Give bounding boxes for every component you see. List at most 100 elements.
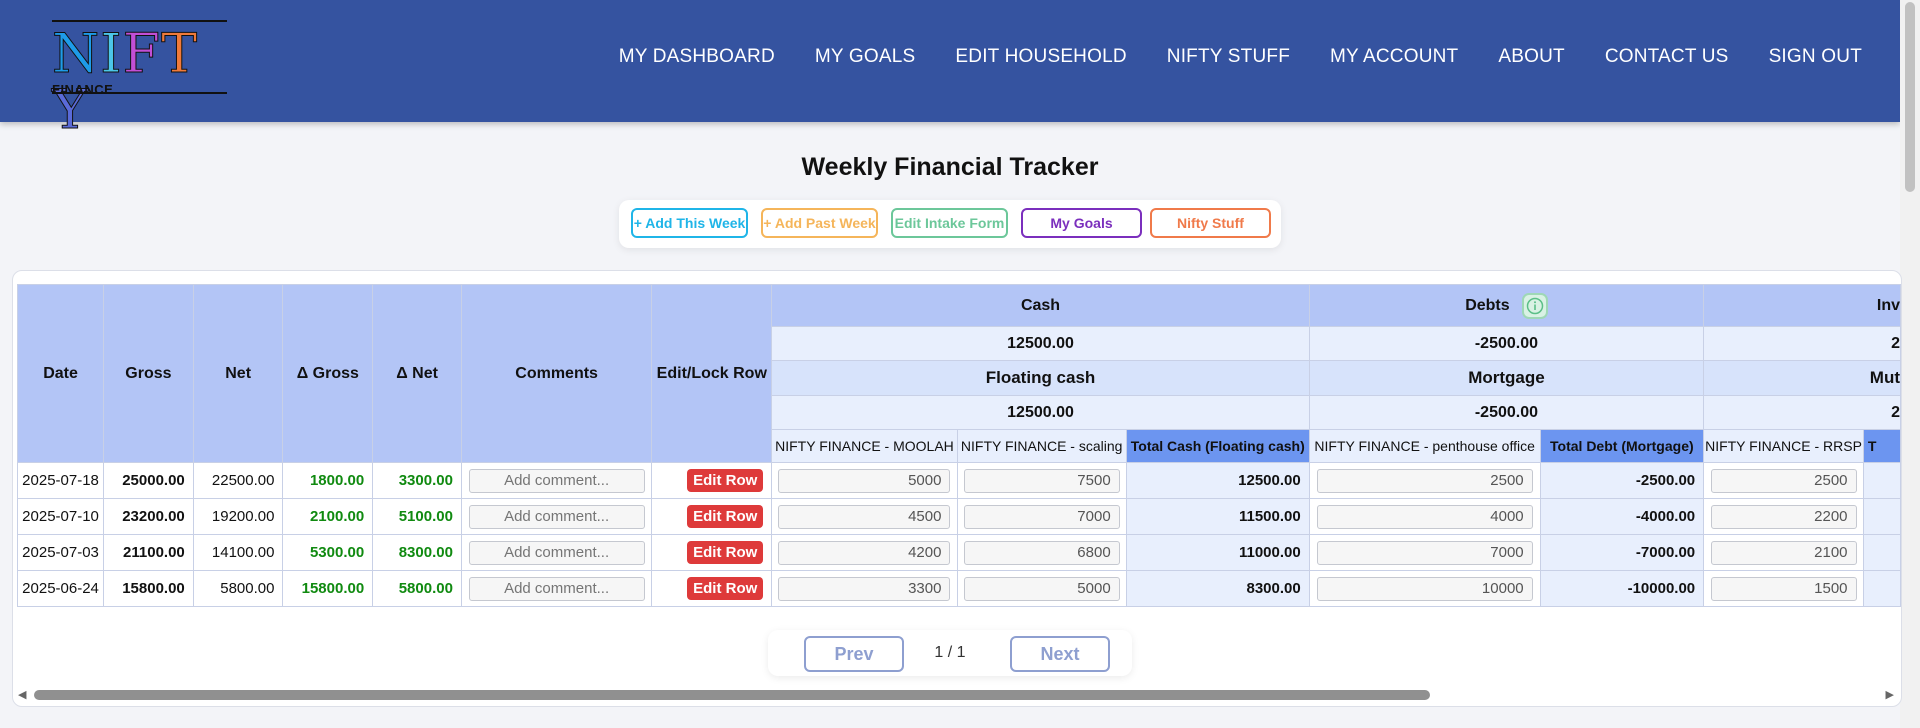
logo-letter: F	[122, 22, 162, 85]
scaling-input[interactable]	[963, 576, 1120, 601]
moolah-input[interactable]	[778, 540, 951, 565]
cell-delta-net: 5100.00	[372, 498, 462, 535]
cell-total-investments	[1862, 462, 1901, 499]
cell-net: 22500.00	[192, 462, 284, 499]
cell-comment	[460, 534, 653, 571]
nav-my-goals[interactable]: MY GOALS	[815, 46, 916, 68]
comment-input[interactable]	[468, 576, 645, 601]
top-header: NIFTY FINANCE MY DASHBOARD MY GOALS EDIT…	[0, 0, 1900, 138]
cell-total-cash: 8300.00	[1125, 570, 1310, 607]
header-gross[interactable]: Gross	[103, 284, 194, 463]
moolah-input[interactable]	[778, 468, 951, 493]
scroll-right-icon[interactable]: ▶	[1886, 688, 1894, 701]
nav-nifty-stuff[interactable]: NIFTY STUFF	[1167, 46, 1290, 68]
logo-bottom-rule	[52, 92, 227, 94]
next-page-button[interactable]: Next	[1010, 636, 1110, 672]
logo-letter: N	[51, 22, 101, 85]
table-row: 2025-07-10 23200.00 19200.00 2100.00 510…	[16, 498, 1901, 535]
cell-date: 2025-06-24	[16, 570, 105, 607]
nav-my-account[interactable]: MY ACCOUNT	[1330, 46, 1458, 68]
my-goals-button[interactable]: My Goals	[1021, 208, 1142, 238]
horizontal-scrollbar[interactable]: ◀ ▶	[14, 686, 1898, 704]
vertical-scroll-thumb[interactable]	[1905, 2, 1915, 192]
nav-my-dashboard[interactable]: MY DASHBOARD	[619, 46, 775, 68]
comment-input[interactable]	[468, 468, 645, 493]
edit-intake-form-button[interactable]: Edit Intake Form	[891, 208, 1008, 238]
col-penthouse-office: NIFTY FINANCE - penthouse office	[1308, 429, 1541, 463]
cell-moolah	[771, 534, 958, 571]
nav-about[interactable]: ABOUT	[1498, 46, 1564, 68]
cell-total-cash: 11500.00	[1125, 498, 1310, 535]
rrsp-input[interactable]	[1710, 540, 1857, 565]
edit-row-button[interactable]: Edit Row	[687, 469, 764, 492]
cell-rrsp	[1703, 498, 1864, 535]
nav-edit-household[interactable]: EDIT HOUSEHOLD	[955, 46, 1126, 68]
cell-delta-gross: 2100.00	[282, 498, 374, 535]
header-delta-gross[interactable]: Δ Gross	[282, 284, 374, 463]
cell-rrsp	[1703, 570, 1864, 607]
cell-edit: Edit Row	[651, 534, 773, 571]
page-title: Weekly Financial Tracker	[801, 153, 1099, 181]
edit-row-button[interactable]: Edit Row	[687, 577, 764, 600]
nifty-stuff-button[interactable]: Nifty Stuff	[1150, 208, 1271, 238]
mutual-total: 2	[1703, 395, 1901, 430]
cell-net: 5800.00	[192, 570, 284, 607]
vertical-scrollbar[interactable]	[1900, 0, 1920, 728]
debts-total: -2500.00	[1308, 326, 1705, 361]
cell-edit: Edit Row	[651, 462, 773, 499]
investments-total: 2	[1703, 326, 1901, 361]
group-name-investments: Inv	[1876, 296, 1900, 314]
penthouse-input[interactable]	[1316, 576, 1533, 601]
cell-net: 14100.00	[192, 534, 284, 571]
edit-row-button[interactable]: Edit Row	[687, 505, 764, 528]
rrsp-input[interactable]	[1710, 468, 1857, 493]
info-icon[interactable]	[1521, 292, 1548, 319]
rrsp-input[interactable]	[1710, 576, 1857, 601]
scroll-left-icon[interactable]: ◀	[18, 688, 26, 701]
col-scaling: NIFTY FINANCE - scaling	[956, 429, 1127, 463]
header-net[interactable]: Net	[192, 284, 284, 463]
scaling-input[interactable]	[963, 504, 1120, 529]
header-delta-net[interactable]: Δ Net	[372, 284, 462, 463]
header-comments: Comments	[460, 284, 653, 463]
cell-date: 2025-07-03	[16, 534, 105, 571]
scaling-input[interactable]	[963, 540, 1120, 565]
cell-total-debt: -10000.00	[1539, 570, 1705, 607]
penthouse-input[interactable]	[1316, 468, 1533, 493]
comment-input[interactable]	[468, 504, 645, 529]
page-indicator: 1 / 1	[934, 644, 966, 661]
edit-row-button[interactable]: Edit Row	[687, 541, 764, 564]
cell-total-debt: -4000.00	[1539, 498, 1705, 535]
cell-rrsp	[1703, 462, 1864, 499]
group-header-investments: Inv	[1703, 284, 1901, 327]
cell-total-investments	[1862, 534, 1901, 571]
cell-total-investments	[1862, 498, 1901, 535]
header-date[interactable]: Date	[16, 284, 105, 463]
header-edit-lock-row: Edit/Lock Row	[651, 284, 773, 463]
horizontal-scroll-thumb[interactable]	[34, 690, 1430, 700]
nav-contact-us[interactable]: CONTACT US	[1605, 46, 1729, 68]
scaling-input[interactable]	[963, 468, 1120, 493]
table-row: 2025-07-03 21100.00 14100.00 5300.00 830…	[16, 534, 1901, 571]
penthouse-input[interactable]	[1316, 540, 1533, 565]
cell-scaling	[956, 570, 1127, 607]
group-header-debts: Debts	[1308, 284, 1705, 327]
moolah-input[interactable]	[778, 576, 951, 601]
cell-total-debt: -7000.00	[1539, 534, 1705, 571]
rrsp-input[interactable]	[1710, 504, 1857, 529]
comment-input[interactable]	[468, 540, 645, 565]
nav-sign-out[interactable]: SIGN OUT	[1769, 46, 1862, 68]
logo-subtitle: FINANCE	[52, 82, 114, 97]
col-rrsp: NIFTY FINANCE - RRSP	[1703, 429, 1864, 463]
add-this-week-button[interactable]: + Add This Week	[631, 208, 748, 238]
cell-scaling	[956, 462, 1127, 499]
add-past-week-button[interactable]: + Add Past Week	[761, 208, 878, 238]
cell-comment	[460, 498, 653, 535]
cell-total-debt: -2500.00	[1539, 462, 1705, 499]
moolah-input[interactable]	[778, 504, 951, 529]
prev-page-button[interactable]: Prev	[804, 636, 904, 672]
nifty-finance-logo[interactable]: NIFTY FINANCE	[51, 20, 227, 138]
penthouse-input[interactable]	[1316, 504, 1533, 529]
logo-letter: I	[100, 22, 123, 85]
cell-delta-net: 8300.00	[372, 534, 462, 571]
